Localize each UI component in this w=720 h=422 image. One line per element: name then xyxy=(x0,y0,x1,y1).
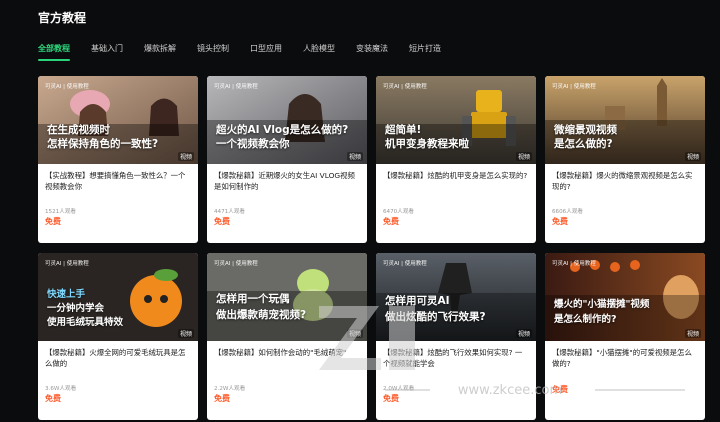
card-title: 【爆款秘籍】近期爆火的女生AI VLOG视频是如何制作的 xyxy=(214,171,355,192)
video-tag: 视频 xyxy=(177,329,194,338)
brand-label: 可灵AI | 使用教程 xyxy=(214,261,258,267)
video-tag: 视频 xyxy=(346,329,363,338)
thumbnail-subheadline: 机甲变身教程来啦 xyxy=(385,138,469,150)
tutorial-card[interactable]: 可灵AI | 使用教程 微缩景观视频 是怎么做的? 视频 【爆款秘籍】爆火的微缩… xyxy=(545,76,705,243)
thumbnail-headline: 超火的AI Vlog是怎么做的? xyxy=(216,124,349,136)
card-thumbnail: 可灵AI | 使用教程 超简单! 机甲变身教程来啦 视频 xyxy=(376,76,536,164)
tab-outfit-magic[interactable]: 变装魔法 xyxy=(356,43,388,61)
tab-all[interactable]: 全部教程 xyxy=(38,43,70,61)
tab-basics[interactable]: 基础入门 xyxy=(91,43,123,61)
view-count: 2.0W人观看 xyxy=(383,386,415,392)
card-thumbnail: 可灵AI | 使用教程 超火的AI Vlog是怎么做的? 一个视频教会你 视频 xyxy=(207,76,367,164)
tutorial-card[interactable]: 可灵AI | 使用教程 超简单! 机甲变身教程来啦 视频 【爆款秘籍】炫酷的机甲… xyxy=(376,76,536,243)
thumbnail-headline: 快速上手 xyxy=(47,289,86,300)
video-tag: 视频 xyxy=(177,152,194,161)
brand-label: 可灵AI | 使用教程 xyxy=(383,261,427,267)
view-count: 4471人观看 xyxy=(214,209,246,215)
view-count: 2.2W人观看 xyxy=(214,386,246,392)
thumbnail-subheadline: 做出爆款萌宠视频? xyxy=(216,309,307,321)
tutorial-card[interactable]: 可灵AI | 使用教程 怎样用可灵AI 做出炫酷的飞行效果? 视频 【爆款秘籍】… xyxy=(376,253,536,420)
price-label: 免费 xyxy=(214,394,230,403)
price-label: 免费 xyxy=(383,394,399,403)
brand-label: 可灵AI | 使用教程 xyxy=(552,261,596,267)
video-tag: 视频 xyxy=(515,152,532,161)
brand-label: 可灵AI | 使用教程 xyxy=(552,84,596,90)
video-tag: 视频 xyxy=(515,329,532,338)
tab-lip-sync[interactable]: 口型应用 xyxy=(250,43,282,61)
card-thumbnail: 可灵AI | 使用教程 怎样用一个玩偶 做出爆款萌宠视频? 视频 xyxy=(207,253,367,341)
view-count: 6470人观看 xyxy=(383,209,415,215)
card-thumbnail: 可灵AI | 使用教程 快速上手 一分钟内学会 使用毛绒玩具特效 视频 xyxy=(38,253,198,341)
page-title: 官方教程 xyxy=(38,11,87,25)
card-title: 【爆款秘籍】火爆全网的可爱毛绒玩具是怎么做的 xyxy=(45,348,186,369)
thumbnail-subheadline: 是怎么做的? xyxy=(554,138,613,150)
price-label: 免费 xyxy=(552,217,568,226)
tab-face-model[interactable]: 人脸模型 xyxy=(303,43,335,61)
thumbnail-subheadline: 做出炫酷的飞行效果? xyxy=(385,311,486,323)
thumbnail-headline: 怎样用可灵AI xyxy=(385,295,450,307)
brand-label: 可灵AI | 使用教程 xyxy=(45,84,89,90)
card-title: 【爆款秘籍】如何制作会动的"毛绒萌宠" xyxy=(214,348,347,357)
price-label: 免费 xyxy=(214,217,230,226)
card-thumbnail: 可灵AI | 使用教程 爆火的"小猫摆摊"视频 是怎么制作的? 视频 xyxy=(545,253,705,341)
card-thumbnail: 可灵AI | 使用教程 怎样用可灵AI 做出炫酷的飞行效果? 视频 xyxy=(376,253,536,341)
view-count: 3.6W人观看 xyxy=(45,386,77,392)
brand-label: 可灵AI | 使用教程 xyxy=(45,261,89,267)
thumbnail-subheadline-2: 使用毛绒玩具特效 xyxy=(47,317,124,328)
card-thumbnail: 可灵AI | 使用教程 在生成视频时 怎样保持角色的一致性? 视频 xyxy=(38,76,198,164)
price-label: 免费 xyxy=(45,394,61,403)
card-title: 【爆款秘籍】爆火的微缩景观视频是怎么实现的? xyxy=(552,171,693,192)
thumbnail-headline: 爆火的"小猫摆摊"视频 xyxy=(554,299,650,310)
tab-short-film[interactable]: 短片打造 xyxy=(409,43,441,61)
thumbnail-headline: 在生成视频时 xyxy=(47,124,110,136)
tab-viral-breakdown[interactable]: 爆款拆解 xyxy=(144,43,176,61)
view-count: 6606人观看 xyxy=(552,209,584,215)
thumbnail-subheadline: 怎样保持角色的一致性? xyxy=(47,138,159,150)
card-title: 【实战教程】想要搞懂角色一致性么？一个视频教会你 xyxy=(45,171,186,192)
thumbnail-headline: 超简单! xyxy=(385,124,422,136)
tutorial-card[interactable]: 可灵AI | 使用教程 怎样用一个玩偶 做出爆款萌宠视频? 视频 【爆款秘籍】如… xyxy=(207,253,367,420)
price-label: 免费 xyxy=(45,217,61,226)
video-tag: 视频 xyxy=(346,152,363,161)
thumbnail-subheadline: 是怎么制作的? xyxy=(554,314,617,325)
card-title: 【爆款秘籍】炫酷的飞行效果如何实现? 一个视频就能学会 xyxy=(383,348,523,369)
tutorial-card[interactable]: 可灵AI | 使用教程 超火的AI Vlog是怎么做的? 一个视频教会你 视频 … xyxy=(207,76,367,243)
video-tag: 视频 xyxy=(684,329,701,338)
brand-label: 可灵AI | 使用教程 xyxy=(383,84,427,90)
thumbnail-subheadline: 一分钟内学会 xyxy=(47,303,105,314)
thumbnail-headline: 微缩景观视频 xyxy=(554,124,617,136)
price-label: 免费 xyxy=(552,385,568,394)
price-label: 免费 xyxy=(383,217,399,226)
video-tag: 视频 xyxy=(684,152,701,161)
tutorial-card[interactable]: 可灵AI | 使用教程 在生成视频时 怎样保持角色的一致性? 视频 【实战教程】… xyxy=(38,76,198,243)
thumbnail-subheadline: 一个视频教会你 xyxy=(216,138,290,150)
tab-camera-control[interactable]: 镜头控制 xyxy=(197,43,229,61)
tutorial-card[interactable]: 可灵AI | 使用教程 快速上手 一分钟内学会 使用毛绒玩具特效 视频 【爆款秘… xyxy=(38,253,198,420)
card-title: 【爆款秘籍】炫酷的机甲变身是怎么实现的? xyxy=(383,171,528,180)
tutorial-grid: 可灵AI | 使用教程 在生成视频时 怎样保持角色的一致性? 视频 【实战教程】… xyxy=(38,76,705,420)
card-title: 【爆款秘籍】"小猫摆摊"的可爱视频是怎么做的? xyxy=(552,348,692,369)
card-thumbnail: 可灵AI | 使用教程 微缩景观视频 是怎么做的? 视频 xyxy=(545,76,705,164)
thumbnail-headline: 怎样用一个玩偶 xyxy=(216,293,290,305)
brand-label: 可灵AI | 使用教程 xyxy=(214,84,258,90)
category-tabs: 全部教程 基础入门 爆款拆解 镜头控制 口型应用 人脸模型 变装魔法 短片打造 xyxy=(38,43,462,61)
view-count: 1521人观看 xyxy=(45,209,77,215)
tutorial-card[interactable]: 可灵AI | 使用教程 爆火的"小猫摆摊"视频 是怎么制作的? 视频 【爆款秘籍… xyxy=(545,253,705,420)
